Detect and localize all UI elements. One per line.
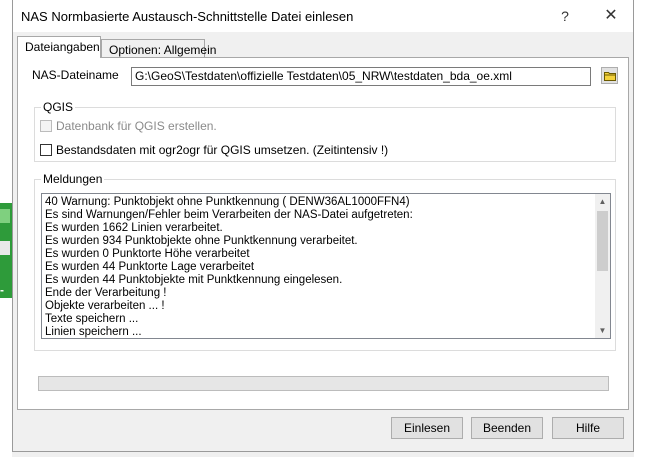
- folder-icon: [604, 72, 616, 81]
- tab-label: Dateiangaben: [25, 40, 100, 54]
- close-icon[interactable]: ✕: [589, 0, 633, 32]
- ogr2ogr-checkbox[interactable]: [40, 144, 52, 156]
- scroll-thumb[interactable]: [597, 211, 608, 271]
- list-item: Es sind Warnungen/Fehler beim Verarbeite…: [45, 209, 413, 221]
- qgis-group: QGIS Datenbank für QGIS erstellen. Besta…: [34, 100, 616, 162]
- tab-panel: NAS-Dateiname G:\GeoS\Testdaten\offiziel…: [17, 57, 629, 410]
- messages-listbox[interactable]: 40 Warnung: Punktobjekt ohne Punktkennun…: [41, 193, 611, 339]
- file-label: NAS-Dateiname: [32, 68, 119, 82]
- einlesen-button[interactable]: Einlesen: [391, 417, 463, 439]
- list-item: 40 Warnung: Punktobjekt ohne Punktkennun…: [45, 196, 410, 208]
- background-widget-text: -K: [0, 283, 9, 311]
- qgis-group-title: QGIS: [41, 100, 76, 114]
- tab-dateiangaben[interactable]: Dateiangaben: [17, 36, 101, 58]
- create-database-checkbox[interactable]: [40, 120, 52, 132]
- tab-label: Optionen: Allgemein: [109, 43, 217, 57]
- document-icon: [0, 241, 10, 255]
- arrow-icon: [0, 209, 10, 223]
- list-item: Objekte verarbeiten ... !: [45, 300, 165, 312]
- list-item: Es wurden 1662 Linien verarbeitet.: [45, 222, 223, 234]
- list-item: Es wurden 44 Punktorte Lage verarbeitet: [45, 261, 255, 273]
- help-icon[interactable]: ?: [543, 0, 587, 32]
- vertical-scrollbar[interactable]: ▲ ▼: [595, 194, 610, 338]
- progress-bar: [38, 376, 609, 391]
- dialog-window: NAS Normbasierte Austausch-Schnittstelle…: [12, 0, 634, 452]
- title-bar: NAS Normbasierte Austausch-Schnittstelle…: [13, 0, 633, 32]
- list-item: Texte speichern ...: [45, 313, 139, 325]
- scroll-down-icon[interactable]: ▼: [595, 323, 610, 338]
- list-item: Linien speichern ...: [45, 326, 142, 338]
- window-title: NAS Normbasierte Austausch-Schnittstelle…: [21, 9, 354, 24]
- background-app-widget: -K: [0, 203, 12, 311]
- messages-group: Meldungen 40 Warnung: Punktobjekt ohne P…: [34, 172, 616, 351]
- messages-group-title: Meldungen: [41, 172, 105, 186]
- file-path-input[interactable]: G:\GeoS\Testdaten\offizielle Testdaten\0…: [131, 67, 591, 86]
- hilfe-button[interactable]: Hilfe: [552, 417, 624, 439]
- browse-button[interactable]: [601, 67, 618, 84]
- background-right: [634, 0, 658, 457]
- create-database-label: Datenbank für QGIS erstellen.: [56, 119, 217, 133]
- list-item: Es wurden 0 Punktorte Höhe verarbeitet: [45, 248, 250, 260]
- scroll-up-icon[interactable]: ▲: [595, 194, 610, 209]
- ogr2ogr-label: Bestandsdaten mit ogr2ogr für QGIS umset…: [56, 143, 389, 157]
- list-item: Es wurden 44 Punktobjekte mit Punktkennu…: [45, 274, 343, 286]
- tab-optionen-allgemein[interactable]: Optionen: Allgemein: [101, 39, 216, 59]
- list-item: Es wurden 934 Punktobjekte ohne Punktken…: [45, 235, 358, 247]
- list-item: Ende der Verarbeitung !: [45, 287, 167, 299]
- beenden-button[interactable]: Beenden: [471, 417, 543, 439]
